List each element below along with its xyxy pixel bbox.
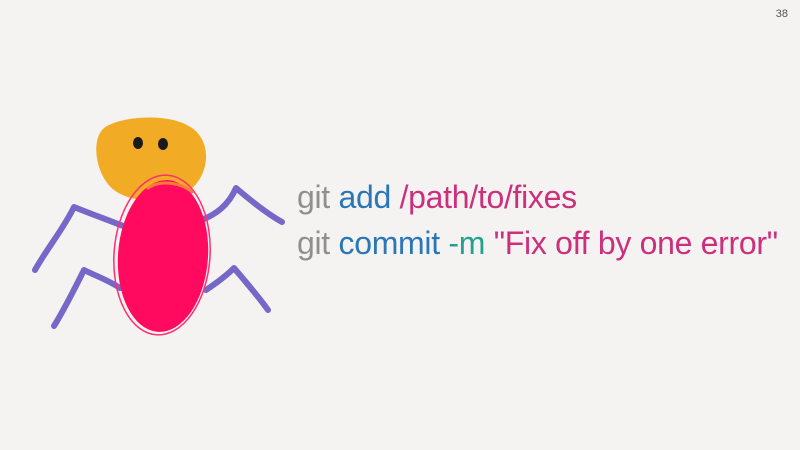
command-line-2: git commit -m "Fix off by one error" <box>297 220 778 266</box>
leg-upper-right <box>199 185 285 225</box>
leg-upper-left <box>32 204 126 273</box>
cmd-git: git <box>297 179 330 215</box>
bug-illustration <box>32 117 285 336</box>
cmd-add: add <box>338 179 392 215</box>
cmd-commit: commit <box>338 225 441 261</box>
commit-message: "Fix off by one error" <box>493 225 778 261</box>
command-line-1: git add /path/to/fixes <box>297 174 778 220</box>
path-argument: /path/to/fixes <box>399 179 578 215</box>
bug-eye-left <box>133 137 143 149</box>
bug-body <box>117 180 209 332</box>
page-number: 38 <box>775 8 788 20</box>
slide: 38 git add /path/to/fixes git commit -m … <box>0 0 800 450</box>
bug-eye-right <box>158 138 168 150</box>
leg-lower-left <box>51 267 123 329</box>
git-commands: git add /path/to/fixes git commit -m "Fi… <box>297 174 778 266</box>
cmd-git: git <box>297 225 330 261</box>
message-flag: -m <box>448 225 486 261</box>
leg-lower-right <box>203 265 271 313</box>
